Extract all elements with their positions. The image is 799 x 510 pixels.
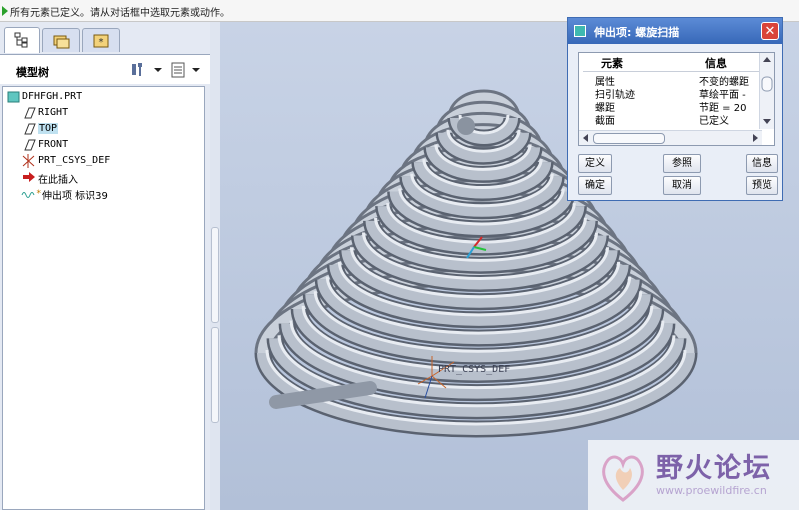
model-tree-title: 模型树 (16, 66, 49, 79)
navigator-tabs: * (0, 22, 210, 54)
ok-button[interactable]: 确定 (578, 176, 612, 195)
flame-logo-icon (602, 455, 644, 502)
reference-button[interactable]: 参照 (663, 154, 701, 173)
tree-node-label: TOP (38, 123, 59, 134)
define-button[interactable]: 定义 (578, 154, 612, 173)
splitter-handle-upper[interactable] (211, 227, 219, 323)
dialog-title: 伸出项: 螺旋扫描 (594, 26, 680, 39)
scroll-arrows-icon (761, 57, 773, 124)
dialog-titlebar[interactable]: 伸出项: 螺旋扫描 ✕ (568, 18, 782, 44)
insert-here-arrow-icon (23, 172, 35, 182)
tab-favorites[interactable]: * (82, 28, 120, 52)
datum-plane-icon (24, 107, 36, 119)
horizontal-scroll-thumb[interactable] (593, 133, 665, 144)
tab-model-tree[interactable] (4, 27, 40, 53)
model-tree: DFHFGH.PRT RIGHT TOP FRONT PRT_CSYS_DEF … (2, 86, 205, 510)
dialog-feature-icon (574, 25, 586, 37)
row-element: 截面 (595, 116, 615, 127)
column-header-info: 信息 (705, 57, 727, 70)
watermark-url: www.proewildfire.cn (656, 484, 767, 497)
part-icon (7, 91, 20, 103)
folder-browser-icon (53, 35, 70, 49)
panel-splitter[interactable] (210, 22, 220, 510)
coil-end-cap (457, 117, 475, 135)
model-tree-header: 模型树 (0, 54, 210, 84)
splitter-handle-lower[interactable] (211, 327, 219, 423)
row-info: 已定义 (699, 116, 729, 127)
table-row[interactable]: 截面 (595, 112, 615, 127)
svg-text:*: * (36, 189, 41, 199)
column-header-element: 元素 (601, 57, 623, 70)
navigator-panel: * 模型树 DFHFGH.PRT RIGHT TOP FRONT PRT_CSY… (0, 22, 210, 510)
info-button[interactable]: 信息 (746, 154, 778, 173)
model-tree-icon (14, 32, 28, 48)
status-ok-icon (2, 6, 8, 16)
tree-settings-icon[interactable] (130, 61, 164, 79)
preview-button[interactable]: 预览 (746, 176, 778, 195)
tree-node-label: DFHFGH.PRT (22, 91, 83, 102)
watermark: 野火论坛 www.proewildfire.cn (588, 440, 799, 510)
tree-node-label: RIGHT (38, 107, 69, 118)
tree-node-label: 在此插入 (38, 175, 78, 186)
coordinate-system-icon (22, 154, 35, 168)
tree-node-label: FRONT (38, 139, 69, 150)
datum-plane-icon (24, 123, 36, 135)
table-row-info: 已定义 (699, 112, 729, 127)
status-message: 所有元素已定义。请从对话框中选取元素或动作。 (10, 8, 230, 19)
protrusion-feature-icon: * (21, 189, 41, 199)
tree-filter-icon[interactable] (170, 61, 204, 79)
tab-folder-browser[interactable] (42, 28, 80, 52)
watermark-title: 野火论坛 (656, 453, 772, 484)
table-vertical-scrollbar[interactable] (759, 53, 774, 129)
helical-sweep-dialog: 伸出项: 螺旋扫描 ✕ 元素 信息 属性 不变的螺距 扫引轨迹 草绘平面 - 螺… (567, 17, 783, 201)
cancel-button[interactable]: 取消 (663, 176, 701, 195)
header-divider (583, 71, 759, 72)
svg-text:*: * (99, 37, 104, 48)
tree-node-label: PRT_CSYS_DEF (38, 155, 111, 166)
close-button[interactable]: ✕ (761, 22, 779, 40)
element-table: 元素 信息 属性 不变的螺距 扫引轨迹 草绘平面 - 螺距 节距 = 20 截面… (578, 52, 775, 146)
tree-node-label: 伸出项 标识39 (42, 191, 108, 202)
csys-label: PRT_CSYS_DEF (438, 364, 510, 375)
table-horizontal-scrollbar[interactable] (579, 130, 762, 145)
favorites-icon: * (93, 34, 109, 48)
datum-plane-icon (24, 139, 36, 151)
